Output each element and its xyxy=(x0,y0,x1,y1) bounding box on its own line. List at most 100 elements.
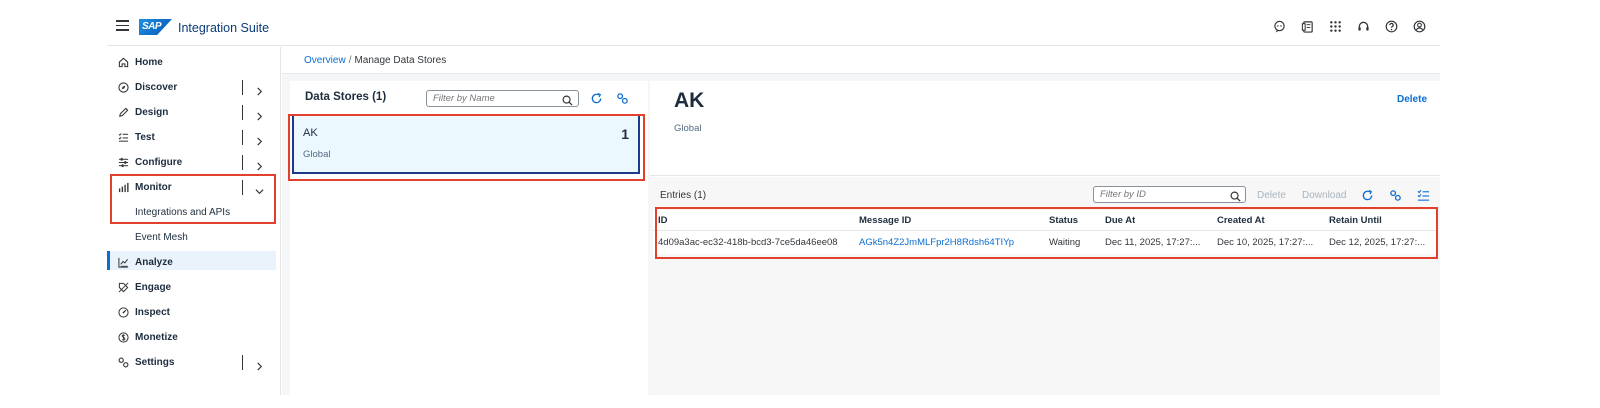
bar-chart-icon xyxy=(118,182,129,193)
data-store-name: AK xyxy=(303,127,318,139)
delete-entry-button[interactable]: Delete xyxy=(1257,190,1286,201)
user-icon[interactable] xyxy=(1413,20,1426,33)
cell-retain-until: Dec 12, 2025, 17:27:... xyxy=(1329,237,1426,248)
sidebar-item-home[interactable]: Home xyxy=(107,50,275,75)
chevron-down-icon[interactable] xyxy=(255,183,264,195)
nav-divider xyxy=(242,80,243,95)
download-button[interactable]: Download xyxy=(1302,190,1346,201)
cell-status: Waiting xyxy=(1049,237,1081,248)
column-header-due-at[interactable]: Due At xyxy=(1105,215,1135,226)
data-store-scope: Global xyxy=(303,149,331,160)
chevron-right-icon[interactable] xyxy=(255,358,264,371)
column-header-id[interactable]: ID xyxy=(658,215,668,226)
sidebar-item-settings[interactable]: Settings xyxy=(107,350,275,375)
home-icon xyxy=(118,57,129,68)
sidebar-item-label: Configure xyxy=(135,157,183,168)
data-store-card[interactable]: AK 1 Global xyxy=(292,114,640,174)
search-icon[interactable] xyxy=(562,93,573,106)
detail-subtitle: Global xyxy=(674,123,702,134)
column-header-status[interactable]: Status xyxy=(1049,215,1078,226)
nav-divider xyxy=(242,180,243,195)
filter-by-id-input[interactable] xyxy=(1093,186,1246,203)
sliders-icon xyxy=(118,157,129,168)
pencil-icon xyxy=(118,107,129,118)
sidebar-item-label: Integrations and APIs xyxy=(135,207,231,218)
detail-header: AK Global Delete xyxy=(650,81,1440,176)
detail-title: AK xyxy=(674,89,705,112)
gears-icon xyxy=(118,357,129,368)
sidebar-item-design[interactable]: Design xyxy=(107,100,275,125)
sidebar-item-monetize[interactable]: Monetize xyxy=(107,325,275,350)
product-switch-icon[interactable] xyxy=(1329,20,1342,33)
notes-icon[interactable] xyxy=(1301,20,1314,33)
breadcrumb-link-overview[interactable]: Overview xyxy=(304,55,346,66)
chevron-right-icon[interactable] xyxy=(255,158,264,171)
main-content: Overview / Manage Data Stores Data Store… xyxy=(282,47,1440,395)
app-window: SAP Integration Suite Home Discover Desi… xyxy=(107,0,1440,395)
sidebar-item-inspect[interactable]: Inspect xyxy=(107,300,275,325)
table-header-row: ID Message ID Status Due At Created At R… xyxy=(653,210,1437,231)
data-store-detail-panel: AK Global Delete Entries (1) Delete Down… xyxy=(650,81,1440,395)
compass-icon xyxy=(118,82,129,93)
gauge-icon xyxy=(118,307,129,318)
search-icon[interactable] xyxy=(1230,189,1241,202)
chevron-right-icon[interactable] xyxy=(255,108,264,121)
sidebar-item-label: Event Mesh xyxy=(135,232,188,243)
breadcrumb-bar: Overview / Manage Data Stores xyxy=(282,47,1440,74)
refresh-icon[interactable] xyxy=(1361,189,1374,202)
cell-message-id-link[interactable]: AGk5n4Z2JmMLFpr2H8Rdsh64TIYp xyxy=(859,237,1044,248)
shell-bar: SAP Integration Suite xyxy=(107,0,1440,46)
nav-divider xyxy=(242,155,243,170)
menu-icon[interactable] xyxy=(116,20,129,31)
settings-icon[interactable] xyxy=(616,92,629,105)
sidebar-item-label: Monitor xyxy=(135,182,172,193)
cell-created-at: Dec 10, 2025, 17:27:... xyxy=(1217,237,1314,248)
support-icon[interactable] xyxy=(1357,20,1370,33)
nav-divider xyxy=(242,105,243,120)
sidebar-item-analyze[interactable]: Analyze xyxy=(107,250,275,275)
sidebar-item-engage[interactable]: Engage xyxy=(107,275,275,300)
column-header-retain-until[interactable]: Retain Until xyxy=(1329,215,1382,226)
cell-due-at: Dec 11, 2025, 17:27:... xyxy=(1105,237,1201,248)
sidebar-item-integrations-and-apis[interactable]: Integrations and APIs xyxy=(107,200,275,225)
sidebar-item-label: Inspect xyxy=(135,307,171,318)
settings-icon[interactable] xyxy=(1389,189,1402,202)
sidebar-item-label: Analyze xyxy=(135,257,173,268)
shell-actions xyxy=(1273,20,1426,33)
refresh-icon[interactable] xyxy=(590,92,603,105)
cell-id: 4d09a3ac-ec32-418b-bcd3-7ce5da46ee08 xyxy=(658,237,838,248)
sidebar-item-label: Settings xyxy=(135,357,175,368)
chevron-right-icon[interactable] xyxy=(255,133,264,146)
sidebar-item-label: Design xyxy=(135,107,169,118)
sidebar-item-label: Engage xyxy=(135,282,172,293)
column-header-created-at[interactable]: Created At xyxy=(1217,215,1265,226)
sidebar-item-configure[interactable]: Configure xyxy=(107,150,275,175)
breadcrumb: Overview / Manage Data Stores xyxy=(304,55,446,66)
sidebar-item-test[interactable]: Test xyxy=(107,125,275,150)
filter-by-name-input[interactable] xyxy=(426,90,579,107)
tag-icon xyxy=(118,282,129,293)
data-store-count: 1 xyxy=(621,126,629,142)
nav-divider xyxy=(242,130,243,145)
sidebar-item-label: Home xyxy=(135,57,163,68)
sidebar-item-label: Test xyxy=(135,132,155,143)
chevron-right-icon[interactable] xyxy=(255,83,264,96)
product-name[interactable]: Integration Suite xyxy=(178,21,269,35)
side-navigation: Home Discover Design Test Configure Moni… xyxy=(107,47,281,395)
help-icon[interactable] xyxy=(1385,20,1398,33)
line-chart-icon xyxy=(118,257,129,268)
sidebar-item-discover[interactable]: Discover xyxy=(107,75,275,100)
dollar-icon xyxy=(118,332,129,343)
table-row[interactable]: 4d09a3ac-ec32-418b-bcd3-7ce5da46ee08 AGk… xyxy=(653,232,1437,253)
joule-icon[interactable] xyxy=(1273,20,1286,33)
nav-divider xyxy=(242,355,243,370)
multi-select-icon[interactable] xyxy=(1417,189,1430,202)
entries-table: ID Message ID Status Due At Created At R… xyxy=(653,210,1437,254)
sap-logo[interactable]: SAP xyxy=(139,19,172,35)
column-header-message-id[interactable]: Message ID xyxy=(859,215,911,226)
sidebar-item-event-mesh[interactable]: Event Mesh xyxy=(107,225,275,250)
sidebar-item-monitor[interactable]: Monitor xyxy=(107,175,275,200)
breadcrumb-separator: / xyxy=(348,55,352,66)
data-stores-title: Data Stores (1) xyxy=(305,91,387,103)
delete-data-store-button[interactable]: Delete xyxy=(1397,94,1427,105)
